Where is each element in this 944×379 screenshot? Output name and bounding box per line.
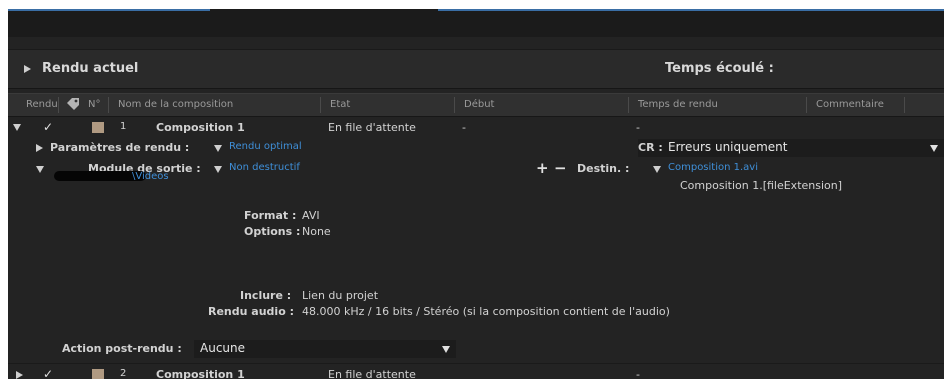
column-separator xyxy=(454,97,455,113)
output-to-link[interactable]: Composition 1.avi xyxy=(668,162,758,173)
log-label: CR : xyxy=(638,141,663,154)
column-render[interactable]: Rendu xyxy=(26,98,58,112)
audio-value: 48.000 kHz / 16 bits / Stéréo (si la com… xyxy=(302,305,670,318)
render-checkbox[interactable]: ✓ xyxy=(43,120,53,134)
column-start[interactable]: Début xyxy=(464,98,494,112)
render-queue-panel: Rendu actuel Temps écoulé : Rendu N° Nom… xyxy=(8,9,944,379)
tag-icon[interactable] xyxy=(66,97,80,111)
item-status: En file d'attente xyxy=(328,121,416,134)
item-start: - xyxy=(462,121,466,134)
file-name-template: Composition 1.[fileExtension] xyxy=(680,179,843,192)
output-module-link[interactable]: Non destructif xyxy=(229,162,300,173)
item-number: 2 xyxy=(120,368,127,379)
render-settings-label: Paramètres de rendu : xyxy=(50,141,190,154)
row-divider xyxy=(8,363,944,364)
include-label: Inclure : xyxy=(240,289,292,302)
queue-item-row[interactable]: ✓ 1 Composition 1 En file d'attente - - xyxy=(8,119,944,137)
log-dropdown-arrow-icon[interactable] xyxy=(930,145,938,152)
item-number: 1 xyxy=(120,121,127,132)
expand-current-render-icon[interactable] xyxy=(24,65,31,73)
item-status: En file d'attente xyxy=(328,368,416,379)
post-render-dropdown-arrow-icon[interactable] xyxy=(442,346,450,353)
column-separator xyxy=(58,97,59,113)
column-render-time[interactable]: Temps de rendu xyxy=(638,98,718,112)
include-value: Lien du projet xyxy=(302,289,379,302)
collapse-item-icon[interactable] xyxy=(13,124,21,131)
column-separator xyxy=(108,97,109,113)
item-render-time: - xyxy=(636,121,640,134)
log-dropdown[interactable]: CR : Erreurs uniquement xyxy=(638,139,944,157)
options-value: None xyxy=(302,225,331,238)
post-render-label: Action post-rendu : xyxy=(62,342,182,355)
format-value: AVI xyxy=(302,209,320,222)
options-label: Options : xyxy=(244,225,301,238)
format-label: Format : xyxy=(244,209,297,222)
collapse-output-module-icon[interactable] xyxy=(36,166,44,173)
column-separator xyxy=(628,97,629,113)
column-comment[interactable]: Commentaire xyxy=(816,98,884,112)
output-path-link[interactable]: \Videos xyxy=(132,171,169,182)
current-render-bar: Rendu actuel Temps écoulé : xyxy=(8,49,944,89)
expand-item-icon[interactable] xyxy=(16,371,23,379)
render-settings-dropdown-icon[interactable] xyxy=(214,145,222,152)
column-separator xyxy=(320,97,321,113)
item-comp-name[interactable]: Composition 1 xyxy=(156,368,245,379)
tab-indicator xyxy=(438,9,944,11)
expand-render-settings-icon[interactable] xyxy=(36,144,43,152)
audio-label: Rendu audio : xyxy=(208,305,294,318)
screenshot-frame: Rendu actuel Temps écoulé : Rendu N° Nom… xyxy=(0,0,944,379)
queue-column-header: Rendu N° Nom de la composition Etat Débu… xyxy=(8,93,944,117)
output-to-dropdown-icon[interactable] xyxy=(653,166,661,173)
post-render-dropdown[interactable]: Aucune xyxy=(194,340,456,358)
render-checkbox[interactable]: ✓ xyxy=(43,367,53,379)
queue-item-row[interactable]: ✓ 2 Composition 1 En file d'attente - xyxy=(8,366,944,379)
active-tab-indicator xyxy=(8,9,210,11)
current-render-title: Rendu actuel xyxy=(42,61,139,76)
column-separator xyxy=(806,97,807,113)
column-comp-name[interactable]: Nom de la composition xyxy=(118,98,233,112)
item-render-time: - xyxy=(636,368,640,379)
remove-output-module-button[interactable]: − xyxy=(554,159,567,177)
column-status[interactable]: Etat xyxy=(330,98,350,112)
column-separator xyxy=(904,97,905,113)
output-to-label: Destin. : xyxy=(577,162,630,175)
output-module-dropdown-icon[interactable] xyxy=(214,166,222,173)
add-output-module-button[interactable]: + xyxy=(536,159,549,177)
label-color-swatch[interactable] xyxy=(92,369,104,379)
log-value: Erreurs uniquement xyxy=(668,140,788,154)
label-color-swatch[interactable] xyxy=(92,122,104,133)
elapsed-time-label: Temps écoulé : xyxy=(665,61,774,76)
panel-top-strip xyxy=(8,9,944,37)
column-number[interactable]: N° xyxy=(88,98,100,112)
render-settings-link[interactable]: Rendu optimal xyxy=(229,141,302,152)
post-render-value: Aucune xyxy=(200,341,246,355)
item-comp-name[interactable]: Composition 1 xyxy=(156,121,245,134)
